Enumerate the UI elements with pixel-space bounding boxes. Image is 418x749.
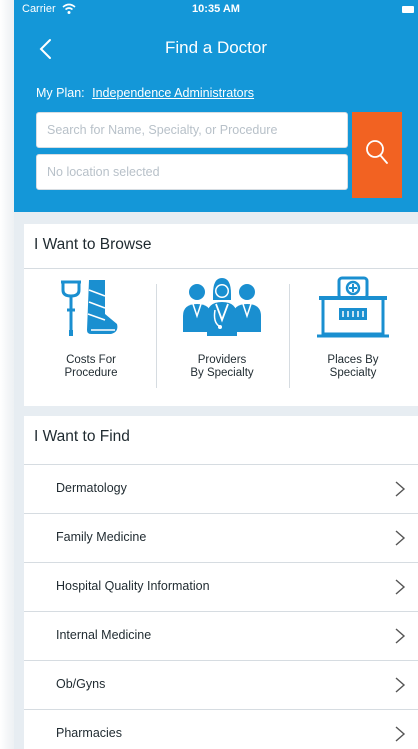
browse-tile-label: Costs For Procedure xyxy=(26,354,156,380)
browse-tile-providers[interactable]: Providers By Specialty xyxy=(157,276,287,396)
list-item-label: Pharmacies xyxy=(56,726,122,740)
browse-tile-label: Providers By Specialty xyxy=(157,354,287,380)
chevron-right-icon xyxy=(395,530,406,546)
browse-tile-label-line1: Providers xyxy=(197,354,247,366)
list-item-label: Internal Medicine xyxy=(56,628,152,642)
search-icon xyxy=(366,140,388,164)
list-item-obgyns[interactable]: Ob/Gyns xyxy=(24,660,418,709)
phone-frame: Carrier 10:35 AM Find a Doctor My Plan: … xyxy=(0,0,418,749)
location-input[interactable] xyxy=(36,154,348,190)
divider xyxy=(24,268,418,269)
search-fields xyxy=(36,112,348,190)
status-bar: Carrier 10:35 AM xyxy=(14,0,418,20)
browse-tile-label-line2: By Specialty xyxy=(190,367,254,379)
browse-tile-costs[interactable]: Costs For Procedure xyxy=(26,276,156,396)
browse-tile-label-line2: Specialty xyxy=(329,367,377,379)
screen: Carrier 10:35 AM Find a Doctor My Plan: … xyxy=(0,0,418,749)
browse-tile-label: Places By Specialty xyxy=(288,354,418,380)
plan-link[interactable]: Independence Administrators xyxy=(92,86,254,100)
chevron-right-icon xyxy=(395,628,406,644)
chevron-right-icon xyxy=(395,726,406,742)
search-input[interactable] xyxy=(36,112,348,148)
find-section: I Want to Find Dermatology Family Medici… xyxy=(24,416,418,749)
header: Carrier 10:35 AM Find a Doctor My Plan: … xyxy=(14,0,418,212)
plan-info: My Plan: Independence Administrators xyxy=(36,86,254,100)
chevron-right-icon xyxy=(395,481,406,497)
find-list: Dermatology Family Medicine Hospital Qua… xyxy=(24,464,418,749)
browse-title: I Want to Browse xyxy=(34,236,152,253)
list-item-pharmacies[interactable]: Pharmacies xyxy=(24,709,418,749)
list-item-label: Dermatology xyxy=(56,481,127,495)
status-time: 10:35 AM xyxy=(192,3,240,15)
browse-section: I Want to Browse Costs For Procedure Pro… xyxy=(24,224,418,406)
list-item-label: Family Medicine xyxy=(56,530,147,544)
plan-label: My Plan: xyxy=(36,86,85,100)
browse-tile-places[interactable]: Places By Specialty xyxy=(288,276,418,396)
list-item-internal-medicine[interactable]: Internal Medicine xyxy=(24,611,418,660)
browse-tile-label-line2: Procedure xyxy=(64,367,118,379)
browse-tile-label-line1: Places By xyxy=(327,354,379,366)
doctors-icon xyxy=(183,278,261,336)
edge-shadow xyxy=(0,0,14,749)
chevron-right-icon xyxy=(395,579,406,595)
list-item-dermatology[interactable]: Dermatology xyxy=(24,464,418,513)
list-item-label: Ob/Gyns xyxy=(56,677,106,691)
chevron-right-icon xyxy=(395,677,406,693)
list-item-label: Hospital Quality Information xyxy=(56,579,210,593)
find-title: I Want to Find xyxy=(34,428,130,445)
list-item-family-medicine[interactable]: Family Medicine xyxy=(24,513,418,562)
crutch-cast-icon xyxy=(61,280,118,336)
list-item-hospital-quality[interactable]: Hospital Quality Information xyxy=(24,562,418,611)
hospital-icon xyxy=(317,276,389,338)
browse-tile-label-line1: Costs For xyxy=(66,354,116,366)
page-title: Find a Doctor xyxy=(164,38,268,57)
search-button[interactable] xyxy=(352,112,402,198)
battery-icon xyxy=(402,6,414,13)
